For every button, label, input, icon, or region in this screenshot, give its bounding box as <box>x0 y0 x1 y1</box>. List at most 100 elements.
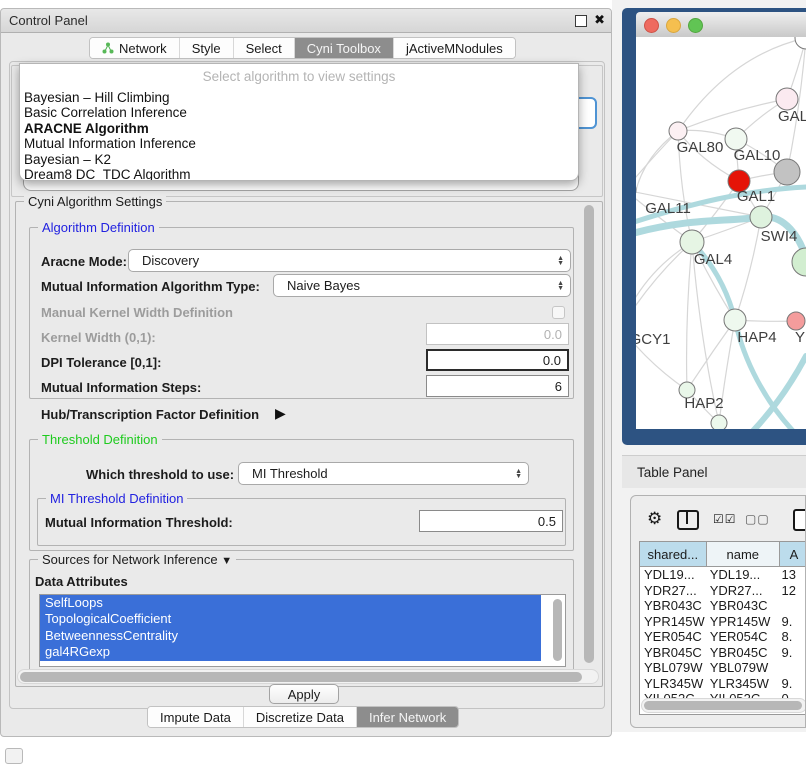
data-attributes-list[interactable]: SelfLoopsTopologicalCoefficientBetweenne… <box>39 594 566 667</box>
network-node[interactable] <box>669 122 687 140</box>
close-traffic-icon[interactable] <box>644 18 659 33</box>
table-panel-titlebar[interactable]: Table Panel <box>622 455 806 488</box>
mi-steps-field[interactable]: 6 <box>426 375 569 397</box>
algorithm-option[interactable]: Bayesian – K2 <box>20 152 578 167</box>
table-cell[interactable]: 9. <box>778 676 806 692</box>
algorithm-option[interactable]: Dream8 DC_TDC Algorithm <box>20 167 578 181</box>
table-cell[interactable]: YBL079W <box>706 660 778 676</box>
table-cell[interactable]: YDR27... <box>640 583 706 599</box>
column-header-name[interactable]: name <box>707 542 780 566</box>
table-cell[interactable]: YPR145W <box>706 614 778 630</box>
algorithm-option[interactable]: Mutual Information Inference <box>20 136 578 151</box>
which-threshold-combo[interactable]: MI Threshold ▲▼ <box>238 462 529 485</box>
select-all-icon[interactable]: ☑☑ <box>713 512 737 526</box>
attribute-option[interactable]: SelfLoops <box>40 595 541 611</box>
network-node[interactable] <box>776 88 798 110</box>
table-hscroll-track[interactable] <box>641 698 806 713</box>
table-cell[interactable]: YBL079W <box>640 660 706 676</box>
stepper-arrows-icon: ▲▼ <box>557 281 564 291</box>
table-cell[interactable]: YDL19... <box>640 567 706 583</box>
close-icon[interactable]: ✖ <box>594 12 605 28</box>
table-cell[interactable] <box>778 660 806 676</box>
new-table-icon[interactable] <box>793 509 806 531</box>
apply-button[interactable]: Apply <box>269 684 339 704</box>
table-cell[interactable]: YBR043C <box>640 598 706 614</box>
control-panel-titlebar[interactable]: Control Panel ✖ <box>1 9 611 33</box>
table-cell[interactable] <box>778 598 806 614</box>
table-cell[interactable]: YLR345W <box>706 676 778 692</box>
network-node[interactable] <box>724 309 746 331</box>
network-node[interactable] <box>792 248 806 276</box>
network-node[interactable] <box>711 415 727 429</box>
network-view-window[interactable]: GALGAL80GAL10GAL1GAL11SWI4GAL4HAP4YGCY1H… <box>622 8 806 445</box>
settings-hscroll-track[interactable] <box>17 669 599 684</box>
network-node[interactable] <box>750 206 772 228</box>
table-row[interactable]: YDR27...YDR27...12 <box>640 583 806 599</box>
mi-type-combo[interactable]: Naive Bayes ▲▼ <box>273 274 571 297</box>
table-cell[interactable]: YER054C <box>706 629 778 645</box>
tab-network[interactable]: Network <box>90 38 180 58</box>
mi-threshold-field[interactable]: 0.5 <box>419 510 563 532</box>
hub-definition-label[interactable]: Hub/Transcription Factor Definition <box>41 407 259 422</box>
table-row[interactable]: YBR043CYBR043C <box>640 598 806 614</box>
table-cell[interactable]: YBR043C <box>706 598 778 614</box>
tab-infer-network[interactable]: Infer Network <box>357 707 458 727</box>
expand-arrow-icon[interactable]: ▶ <box>275 405 286 422</box>
attribute-option[interactable]: gal4RGexp <box>40 644 541 660</box>
algorithm-option[interactable]: Bayesian – Hill Climbing <box>20 90 578 105</box>
table-cell[interactable]: 12 <box>778 583 806 599</box>
table-cell[interactable]: YDR27... <box>706 583 778 599</box>
control-panel-title: Control Panel <box>9 13 88 28</box>
gear-icon[interactable]: ⚙ <box>647 509 662 529</box>
table-row[interactable]: YPR145WYPR145W9. <box>640 614 806 630</box>
minimize-traffic-icon[interactable] <box>666 18 681 33</box>
tab-jactivemnodules[interactable]: jActiveMNodules <box>394 38 515 58</box>
table-row[interactable]: YER054CYER054C8. <box>640 629 806 645</box>
network-node[interactable] <box>774 159 800 185</box>
attribute-option[interactable]: BetweennessCentrality <box>40 628 541 644</box>
zoom-traffic-icon[interactable] <box>688 18 703 33</box>
table-row[interactable]: YDL19...YDL19...13 <box>640 567 806 583</box>
column-header-shared[interactable]: shared... <box>640 542 707 566</box>
network-node[interactable] <box>787 312 805 330</box>
settings-hscroll-thumb[interactable] <box>20 672 582 682</box>
dpi-tolerance-field[interactable]: 0.0 <box>426 349 569 371</box>
kernel-width-field[interactable]: 0.0 <box>426 323 569 345</box>
split-view-icon[interactable] <box>677 510 699 530</box>
table-cell[interactable]: YPR145W <box>640 614 706 630</box>
network-canvas[interactable]: GALGAL80GAL10GAL1GAL11SWI4GAL4HAP4YGCY1H… <box>636 37 806 429</box>
settings-vertical-scrollbar[interactable] <box>584 205 594 663</box>
table-cell[interactable]: 8. <box>778 629 806 645</box>
float-window-icon[interactable] <box>575 15 587 27</box>
column-header-extra[interactable]: A <box>780 542 806 566</box>
aracne-mode-combo[interactable]: Discovery ▲▼ <box>128 249 571 272</box>
manual-kernel-checkbox[interactable] <box>552 306 565 319</box>
table-cell[interactable]: YER054C <box>640 629 706 645</box>
table-row[interactable]: YBL079WYBL079W <box>640 660 806 676</box>
network-window-titlebar[interactable] <box>636 12 806 38</box>
table-cell[interactable]: 13 <box>778 567 806 583</box>
attribute-option[interactable]: TopologicalCoefficient <box>40 611 541 627</box>
table-cell[interactable]: YLR345W <box>640 676 706 692</box>
collapse-arrow-icon[interactable]: ▼ <box>221 555 232 567</box>
table-cell[interactable]: YDL19... <box>706 567 778 583</box>
table-row[interactable]: YBR045CYBR045C9. <box>640 645 806 661</box>
algorithm-option[interactable]: Basic Correlation Inference <box>20 105 578 120</box>
tab-cyni-toolbox[interactable]: Cyni Toolbox <box>295 38 394 58</box>
tab-discretize-data[interactable]: Discretize Data <box>244 707 357 727</box>
tab-impute-data[interactable]: Impute Data <box>148 707 244 727</box>
table-cell[interactable]: 9. <box>778 614 806 630</box>
tab-select[interactable]: Select <box>234 38 295 58</box>
deselect-all-icon[interactable]: ▢▢ <box>745 512 770 526</box>
sources-title[interactable]: Sources for Network Inference ▼ <box>38 552 236 567</box>
tab-style[interactable]: Style <box>180 38 234 58</box>
network-node[interactable] <box>795 37 806 49</box>
table-cell[interactable]: 9. <box>778 645 806 661</box>
table-hscroll-thumb[interactable] <box>644 701 802 710</box>
attributes-scrollbar[interactable] <box>553 599 562 661</box>
table-row[interactable]: YLR345WYLR345W9. <box>640 676 806 692</box>
table-cell[interactable]: YBR045C <box>640 645 706 661</box>
algorithm-option[interactable]: ARACNE Algorithm <box>20 121 578 136</box>
node-table[interactable]: shared... name A YDL19...YDL19...13YDR27… <box>639 541 806 715</box>
table-cell[interactable]: YBR045C <box>706 645 778 661</box>
